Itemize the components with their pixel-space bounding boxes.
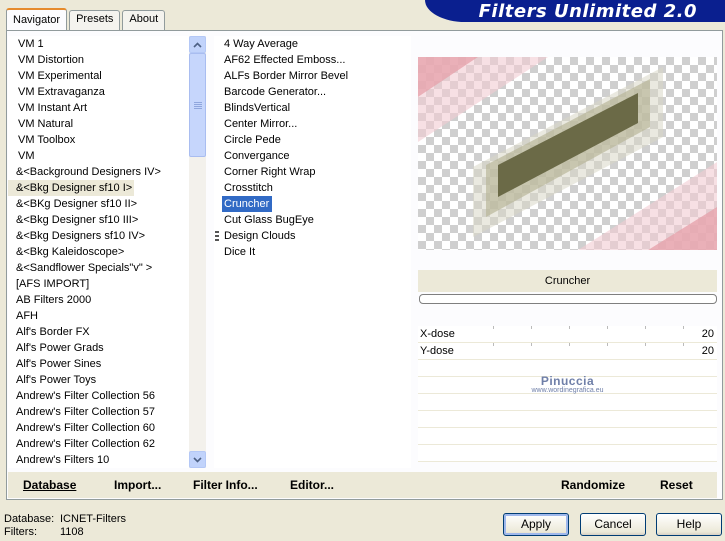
category-item[interactable]: Alf's Power Toys	[8, 372, 96, 388]
param-value[interactable]: 20	[702, 328, 714, 340]
status-info: Database: ICNET-Filters Filters: 1108	[4, 513, 126, 539]
filter-item[interactable]: Dice It	[222, 244, 255, 260]
category-item[interactable]: &<Background Designers IV>	[8, 164, 161, 180]
category-item[interactable]: Andrew's Filter Collection 57	[8, 404, 155, 420]
drag-handle-icon	[215, 231, 219, 243]
category-item[interactable]: [AFS IMPORT]	[8, 276, 89, 292]
filter-item[interactable]: Barcode Generator...	[222, 84, 326, 100]
category-item[interactable]: VM Experimental	[8, 68, 102, 84]
filter-item[interactable]: Center Mirror...	[222, 116, 297, 132]
filter-item[interactable]: Cut Glass BugEye	[222, 212, 314, 228]
param-label: X-dose	[420, 328, 455, 340]
watermark: Pinuccia www.wordinegrafica.eu	[418, 374, 717, 394]
category-item[interactable]: Andrew's Filter Collection 60	[8, 420, 155, 436]
filters-count-value: 1108	[60, 526, 84, 538]
chevron-down-icon	[193, 457, 202, 463]
filter-item[interactable]: ALFs Border Mirror Bevel	[222, 68, 348, 84]
progress-bar	[419, 294, 717, 304]
param-row-x-dose[interactable]: X-dose 20	[418, 326, 717, 343]
category-item[interactable]: Andrew's Filter Collection 62	[8, 436, 155, 452]
filter-item[interactable]: Crosstitch	[222, 180, 273, 196]
reset-button[interactable]: Reset	[660, 478, 693, 492]
category-item[interactable]: VM Toolbox	[8, 132, 75, 148]
scroll-up-button[interactable]	[189, 36, 206, 53]
parameter-list: X-dose 20 Y-dose 20	[418, 326, 717, 462]
category-item[interactable]: Alf's Power Sines	[8, 356, 101, 372]
param-label: Y-dose	[420, 345, 454, 357]
chevron-up-icon	[193, 42, 202, 48]
filter-item[interactable]: Convergance	[222, 148, 289, 164]
param-value[interactable]: 20	[702, 345, 714, 357]
category-item[interactable]: Andrew's Filters 10	[8, 452, 109, 468]
current-filter-label: Cruncher	[418, 270, 717, 292]
watermark-name: Pinuccia	[540, 374, 595, 388]
import-button[interactable]: Import...	[114, 478, 161, 492]
preview-artwork	[418, 57, 717, 250]
param-row-empty	[418, 394, 717, 411]
filter-item[interactable]: Design Clouds	[222, 228, 296, 244]
scroll-thumb[interactable]	[189, 53, 206, 157]
category-item[interactable]: &<BKg Designer sf10 II>	[8, 196, 137, 212]
category-item[interactable]: AFH	[8, 308, 38, 324]
category-item[interactable]: &<Bkg Designers sf10 IV>	[8, 228, 145, 244]
category-item[interactable]: Alf's Power Grads	[8, 340, 104, 356]
database-label: Database	[23, 478, 77, 492]
help-button[interactable]: Help	[656, 513, 722, 536]
scroll-down-button[interactable]	[189, 451, 206, 468]
filter-item[interactable]: 4 Way Average	[222, 36, 298, 52]
tab-presets[interactable]: Presets	[69, 10, 121, 30]
category-list[interactable]: VM 1 VM Distortion VM Experimental VM Extra…	[8, 36, 206, 468]
tab-about[interactable]: About	[122, 10, 166, 30]
app-title: Filters Unlimited 2.0	[478, 1, 697, 22]
database-button[interactable]: Database	[23, 478, 76, 492]
category-item[interactable]: Andrew's Filter Collection 56	[8, 388, 155, 404]
filter-item[interactable]: Corner Right Wrap	[222, 164, 316, 180]
randomize-button[interactable]: Randomize	[561, 478, 625, 492]
tab-navigator[interactable]: Navigator	[6, 8, 68, 30]
cancel-button[interactable]: Cancel	[580, 513, 646, 536]
category-item[interactable]: VM Natural	[8, 116, 73, 132]
param-row-empty	[418, 411, 717, 428]
filters-count-label: Filters:	[4, 526, 37, 538]
tab-bar: Navigator Presets About	[6, 8, 167, 30]
param-row-y-dose[interactable]: Y-dose 20	[418, 343, 717, 360]
filter-item[interactable]: Cruncher	[222, 196, 273, 212]
category-item[interactable]: Alf's Border FX	[8, 324, 90, 340]
action-bar: Database Import... Filter Info... Editor…	[8, 472, 717, 498]
database-status-label: Database:	[4, 513, 55, 525]
category-scrollbar[interactable]	[189, 36, 206, 468]
filter-info-button[interactable]: Filter Info...	[193, 478, 258, 492]
editor-button[interactable]: Editor...	[290, 478, 334, 492]
filter-item[interactable]: AF62 Effected Emboss...	[222, 52, 345, 68]
param-row-empty	[418, 445, 717, 462]
preview-image	[418, 57, 717, 250]
category-item[interactable]: &<Bkg Designer sf10 III>	[8, 212, 138, 228]
database-status-value: ICNET-Filters	[60, 513, 126, 525]
param-row-empty	[418, 428, 717, 445]
filter-item[interactable]: Circle Pede	[222, 132, 281, 148]
apply-button[interactable]: Apply	[503, 513, 569, 536]
category-item[interactable]: VM	[8, 148, 35, 164]
title-banner: Filters Unlimited 2.0	[425, 0, 725, 22]
category-item[interactable]: &<Bkg Kaleidoscope>	[8, 244, 124, 260]
filter-list[interactable]: 4 Way Average AF62 Effected Emboss... ALFs…	[214, 36, 411, 468]
category-item[interactable]: VM 1	[8, 36, 44, 52]
category-item[interactable]: VM Extravaganza	[8, 84, 105, 100]
category-item[interactable]: VM Instant Art	[8, 100, 87, 116]
category-item[interactable]: VM Distortion	[8, 52, 84, 68]
filter-item[interactable]: BlindsVertical	[222, 100, 290, 116]
category-item[interactable]: AB Filters 2000	[8, 292, 91, 308]
watermark-url: www.wordinegrafica.eu	[531, 387, 604, 394]
category-item[interactable]: &<Sandflower Specials"v" >	[8, 260, 152, 276]
category-item[interactable]: &<Bkg Designer sf10 I>	[8, 180, 135, 196]
